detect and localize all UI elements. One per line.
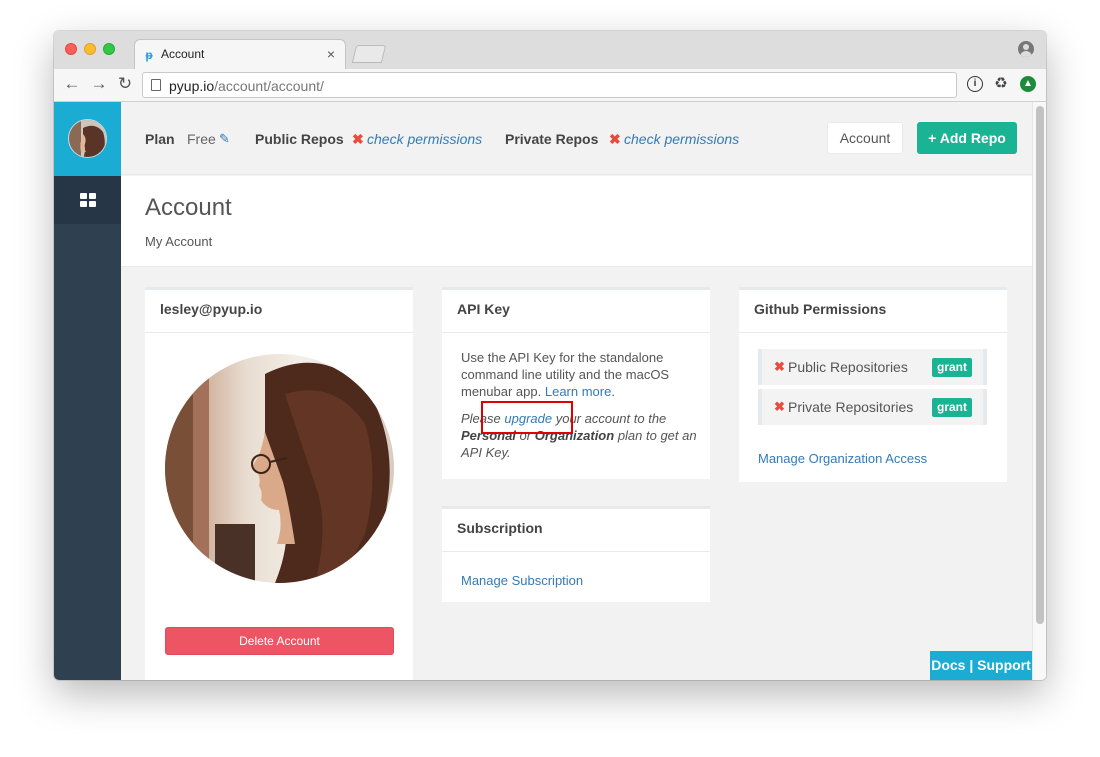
- private-repos-check-permissions-link[interactable]: check permissions: [624, 131, 739, 147]
- docs-link[interactable]: Docs: [931, 657, 965, 673]
- page-icon: [151, 79, 161, 91]
- subscription-card: Subscription Manage Subscription: [442, 506, 710, 602]
- private-repos-status-icon: ✖: [609, 131, 621, 147]
- profile-card: lesley@pyup.io Delete Account: [145, 287, 413, 680]
- grant-public-button[interactable]: grant: [932, 358, 972, 377]
- manage-subscription-link[interactable]: Manage Subscription: [461, 573, 583, 588]
- api-key-card: API Key Use the API Key for the standalo…: [442, 287, 710, 479]
- new-tab-button[interactable]: [351, 45, 387, 63]
- card-divider: [442, 332, 710, 333]
- page-viewport: Plan Free ✎ Public Repos ✖ check permiss…: [54, 102, 1046, 680]
- close-window-button[interactable]: [65, 43, 77, 55]
- account-button[interactable]: Account: [827, 122, 903, 154]
- grant-private-button[interactable]: grant: [932, 398, 972, 417]
- subscription-title: Subscription: [457, 520, 543, 536]
- page-heading: Account My Account: [121, 176, 1032, 267]
- upload-extension-icon[interactable]: ▲: [1020, 76, 1036, 92]
- reload-icon[interactable]: ↻: [115, 74, 135, 94]
- card-divider: [739, 332, 1007, 333]
- card-divider: [145, 332, 413, 333]
- minimize-window-button[interactable]: [84, 43, 96, 55]
- support-link[interactable]: Support: [977, 657, 1031, 673]
- delete-account-button[interactable]: Delete Account: [165, 627, 394, 655]
- card-divider: [442, 551, 710, 552]
- api-key-title: API Key: [457, 301, 510, 317]
- sidebar-item-dashboard[interactable]: [54, 176, 121, 224]
- url-text[interactable]: pyup.io/account/account/: [169, 78, 324, 94]
- dashboard-grid-icon: [80, 193, 96, 207]
- edit-plan-icon[interactable]: ✎: [219, 131, 230, 147]
- permission-name: Private Repositories: [788, 399, 914, 415]
- scrollbar-thumb[interactable]: [1036, 106, 1044, 624]
- avatar[interactable]: [68, 119, 107, 158]
- public-permission-status-icon: ✖: [774, 359, 785, 374]
- breadcrumb: My Account: [145, 234, 213, 249]
- profile-photo: [165, 354, 394, 583]
- github-permissions-title: Github Permissions: [754, 301, 887, 317]
- back-arrow-icon[interactable]: ←: [62, 74, 82, 94]
- tab-close-icon[interactable]: ×: [327, 46, 335, 62]
- forward-arrow-icon[interactable]: →: [89, 74, 109, 94]
- github-permissions-card: Github Permissions ✖ Public Repositories…: [739, 287, 1007, 482]
- sidebar-header: [54, 102, 121, 176]
- page-title: Account: [145, 194, 232, 221]
- public-repos-status-icon: ✖: [352, 131, 364, 147]
- tab-title: Account: [161, 47, 205, 61]
- address-bar[interactable]: pyup.io/account/account/: [142, 72, 957, 98]
- permission-row-public: ✖ Public Repositories grant: [758, 349, 987, 385]
- recycle-extension-icon[interactable]: ♻: [993, 76, 1009, 92]
- profile-email: lesley@pyup.io: [160, 301, 263, 317]
- pyup-favicon-icon: ᵽ: [145, 48, 153, 62]
- browser-profile-icon[interactable]: [1018, 41, 1034, 57]
- private-repos-label: Private Repos: [505, 131, 599, 147]
- public-repos-check-permissions-link[interactable]: check permissions: [367, 131, 482, 147]
- docs-support-widget: Docs | Support: [930, 651, 1032, 680]
- browser-tab[interactable]: ᵽ Account ×: [134, 39, 346, 69]
- api-key-description: Use the API Key for the standalone comma…: [461, 350, 670, 399]
- permission-row-private: ✖ Private Repositories grant: [758, 389, 987, 425]
- learn-more-link[interactable]: Learn more: [545, 384, 611, 399]
- sidebar: [54, 102, 121, 680]
- public-repos-label: Public Repos: [255, 131, 344, 147]
- browser-window: ᵽ Account × ← → ↻ pyup.io/account/accoun…: [54, 31, 1046, 680]
- profile-photo-image-icon: [165, 354, 394, 583]
- maximize-window-button[interactable]: [103, 43, 115, 55]
- browser-toolbar: ← → ↻ pyup.io/account/account/ i ♻ ▲: [54, 69, 1046, 102]
- private-permission-status-icon: ✖: [774, 399, 785, 414]
- tab-strip: ᵽ Account ×: [54, 31, 1046, 69]
- plan-label: Plan: [145, 131, 175, 147]
- plan-value: Free: [187, 131, 216, 147]
- top-navbar: Plan Free ✎ Public Repos ✖ check permiss…: [121, 102, 1032, 175]
- docs-support-separator: |: [969, 657, 974, 673]
- permission-name: Public Repositories: [788, 359, 908, 375]
- info-extension-icon[interactable]: i: [967, 76, 983, 92]
- manage-organization-access-link[interactable]: Manage Organization Access: [758, 451, 927, 466]
- avatar-photo-icon: [69, 120, 106, 157]
- add-repo-button[interactable]: + Add Repo: [917, 122, 1017, 154]
- upgrade-highlight-box: [481, 401, 573, 434]
- page-scrollbar[interactable]: [1032, 102, 1046, 680]
